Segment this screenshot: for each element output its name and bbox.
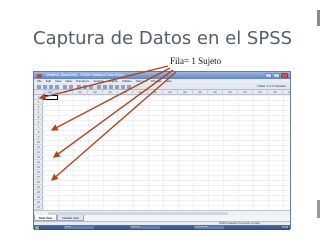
minimize-button[interactable] [265, 73, 272, 78]
maximize-button[interactable] [273, 73, 280, 78]
save-icon[interactable] [43, 84, 47, 89]
weight-cases-icon[interactable] [115, 84, 119, 89]
variables-icon[interactable] [83, 84, 87, 89]
window-controls [265, 73, 288, 78]
taskbar-item-presentation[interactable]: Presentación [194, 225, 224, 230]
taskbar-item-spss[interactable]: SPSS [64, 225, 94, 230]
annotation-label: Fila= 1 Sujeto [170, 56, 222, 66]
split-file-icon[interactable] [109, 84, 113, 89]
redo-icon[interactable] [69, 84, 73, 89]
selected-cell[interactable] [43, 95, 58, 100]
visible-variables-label: Visible: 0 of 0 Variables [257, 84, 286, 88]
window-title: Untitled1 [DataSet0] - PASW Statistics D… [46, 73, 124, 77]
window-titlebar[interactable]: Untitled1 [DataSet0] - PASW Statistics D… [34, 72, 290, 79]
taskbar-clock: 10:25 [282, 226, 288, 229]
insert-cases-icon[interactable] [97, 84, 101, 89]
value-labels-icon[interactable] [127, 84, 131, 89]
toolbar: Visible: 0 of 0 Variables [34, 83, 290, 90]
close-button[interactable] [281, 73, 288, 78]
print-icon[interactable] [49, 84, 53, 89]
find-icon[interactable] [89, 84, 93, 89]
spss-data-editor-window: Untitled1 [DataSet0] - PASW Statistics D… [33, 71, 291, 230]
undo-icon[interactable] [63, 84, 67, 89]
insert-variable-icon[interactable] [103, 84, 107, 89]
start-button-icon[interactable] [35, 225, 39, 230]
goto-case-icon[interactable] [77, 84, 81, 89]
dialog-recall-icon[interactable] [55, 84, 59, 89]
windows-taskbar: SPSS Untitled1 Presentación 10:25 [34, 225, 290, 230]
open-icon[interactable] [37, 84, 41, 89]
slide-title: Captura de Datos en el SPSS [33, 28, 293, 49]
select-cases-icon[interactable] [121, 84, 125, 89]
grid-cells[interactable] [43, 95, 290, 210]
row-number-column: 1 2 3 4 5 6 7 8 9 10 11 12 13 14 15 16 17 18 19 20 21 22 23 [34, 95, 43, 210]
spss-app-icon [37, 73, 42, 78]
data-grid[interactable]: var var var var var var var var var var var var var v… [34, 90, 290, 210]
taskbar-item-untitled[interactable]: Untitled1 [130, 225, 160, 230]
